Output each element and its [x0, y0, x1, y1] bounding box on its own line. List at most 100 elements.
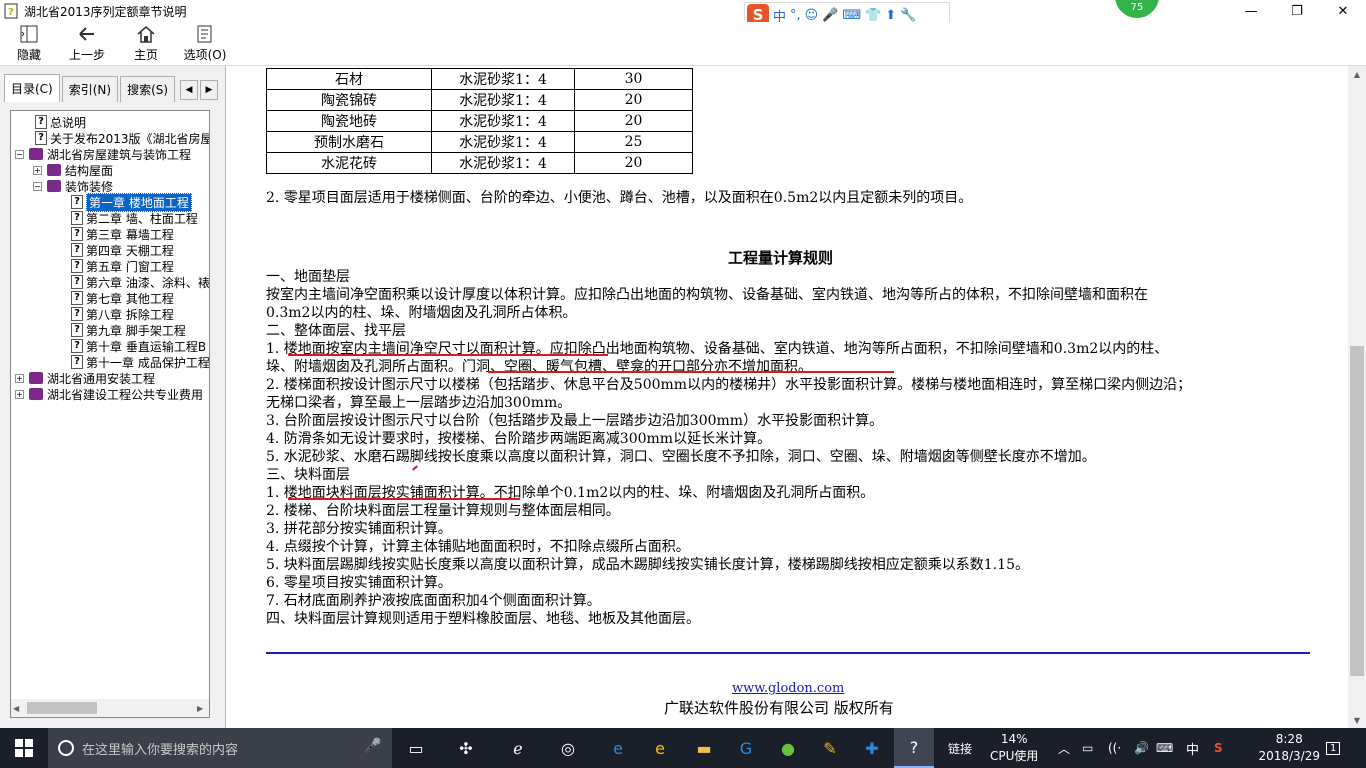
tab-index[interactable]: 索引(N) [61, 76, 119, 102]
tree-horizontal-scrollbar[interactable]: ◀ ▶ [11, 699, 209, 717]
swirl-app-icon[interactable]: ◎ [548, 728, 588, 768]
tree-item[interactable]: ? 第九章 脚手架工程 [71, 322, 186, 338]
collapse-icon[interactable]: − [33, 181, 42, 191]
copyright-text: 广联达软件股份有限公司 版权所有 [664, 699, 894, 717]
ime-punct-toggle[interactable]: °, [790, 8, 801, 23]
help-topic-icon: ? [71, 307, 83, 321]
task-view-icon[interactable]: ▭ [396, 728, 436, 768]
tree-item[interactable]: ? 总说明 [35, 114, 86, 130]
table-cell: 水泥砂浆1：4 [431, 152, 575, 174]
wrench-icon[interactable]: 🔧 [900, 8, 916, 23]
tree-item[interactable]: ? 关于发布2013版《湖北省房屋 [35, 130, 209, 146]
tree-item[interactable]: ? 第五章 门窗工程 [71, 258, 174, 274]
ime-indicator[interactable]: 中 [1186, 728, 1199, 768]
touch-keyboard-icon[interactable]: ⌨ [1156, 728, 1173, 768]
maximize-button[interactable]: ❐ [1274, 0, 1320, 22]
battery-icon[interactable]: ▭ [1082, 728, 1093, 768]
minimize-button[interactable]: — [1228, 0, 1274, 22]
title-bar: ? 湖北省2013序列定额章节说明 — ❐ ✕ [0, 0, 1366, 22]
tree-item[interactable]: ? 第八章 拆除工程 [71, 306, 174, 322]
taskbar-search-box[interactable]: 在这里输入你要搜索的内容 🎤 [48, 728, 392, 768]
tree-item-label: 第七章 其他工程 [86, 291, 174, 306]
footer-divider [266, 652, 1310, 654]
red-annotation-line [288, 498, 520, 500]
cpu-usage-widget[interactable]: 14% CPU使用 [990, 731, 1038, 765]
help-topic-icon: ? [71, 243, 83, 257]
scroll-thumb[interactable] [27, 702, 97, 714]
scroll-down-icon[interactable]: ▼ [1348, 712, 1366, 728]
links-toolbar[interactable]: 链接 [948, 728, 972, 768]
book-icon [47, 164, 61, 176]
file-explorer-icon[interactable]: ▬ [684, 728, 724, 768]
content-vertical-scrollbar[interactable]: ▲ ▼ [1348, 66, 1366, 728]
tree-item[interactable]: + 结构屋面 [33, 162, 113, 178]
tree-item[interactable]: ? 第十章 垂直运输工程B [71, 338, 206, 354]
clock[interactable]: 8:28 2018/3/29 [1258, 731, 1320, 765]
help-window-taskbar-icon[interactable]: ? [894, 728, 934, 768]
content-line: 2. 楼梯、台阶块料面层工程量计算规则与整体面层相同。 [266, 503, 620, 519]
tree-item[interactable]: − 湖北省房屋建筑与装饰工程 [15, 146, 191, 162]
edge-browser-icon[interactable]: e [598, 728, 638, 768]
options-button[interactable]: 选项(O) [176, 24, 234, 64]
tree-item[interactable]: + 湖北省通用安装工程 [15, 370, 155, 386]
volume-icon[interactable]: 🔊 [1134, 728, 1149, 768]
ie-yellow-icon[interactable]: e [640, 728, 680, 768]
options-label: 选项(O) [183, 48, 227, 62]
sogou-tray-icon[interactable]: S [1214, 728, 1223, 768]
hide-button[interactable]: 隐藏 [0, 24, 58, 64]
table-cell: 预制水磨石 [266, 131, 432, 153]
tree-item-label: 总说明 [50, 115, 87, 130]
expand-icon[interactable]: + [15, 373, 24, 383]
tree-item[interactable]: ? 第三章 幕墙工程 [71, 226, 174, 242]
tree-item[interactable]: ? 第十一章 成品保护工程 [71, 354, 209, 370]
red-annotation-mark [412, 465, 418, 471]
emoji-icon[interactable]: ☺ [805, 8, 819, 23]
tab-search[interactable]: 搜索(S) [120, 76, 176, 102]
window-title: 湖北省2013序列定额章节说明 [24, 5, 187, 19]
help-topic-icon: ? [71, 227, 83, 241]
scroll-thumb[interactable] [1350, 346, 1364, 676]
expand-icon[interactable]: + [15, 389, 24, 399]
tree-item[interactable]: ? 第六章 油漆、涂料、裱 [71, 274, 209, 290]
upload-icon[interactable]: ⬆ [885, 8, 896, 23]
home-button[interactable]: 主页 [117, 24, 175, 64]
collapse-icon[interactable]: − [15, 149, 24, 159]
red-annotation-line [488, 371, 894, 373]
mic-icon[interactable]: 🎤 [822, 8, 838, 23]
green-app-icon[interactable]: ● [768, 728, 808, 768]
expand-icon[interactable]: + [33, 165, 42, 175]
windows-start-icon[interactable] [0, 728, 48, 768]
tree-item[interactable]: ? 第四章 天棚工程 [71, 242, 174, 258]
content-line: 7. 石材底面刷养护液按底面面积加4个侧面面积计算。 [266, 593, 601, 609]
fan-app-icon[interactable]: ✣ [446, 728, 486, 768]
tree-item[interactable]: ? 第二章 墙、柱面工程 [71, 210, 198, 226]
close-button[interactable]: ✕ [1320, 0, 1366, 22]
notes-app-icon[interactable]: ✎ [810, 728, 850, 768]
blue-plus-app-icon[interactable]: ✚ [852, 728, 892, 768]
links-label: 链接 [948, 741, 973, 756]
cpu-percent: 14% [1000, 732, 1028, 746]
website-link[interactable]: www.glodon.com [732, 681, 844, 696]
mic-icon[interactable]: 🎤 [364, 738, 381, 754]
scroll-left-icon[interactable]: ◀ [13, 704, 19, 713]
wifi-icon[interactable]: ((· [1108, 728, 1121, 768]
back-button[interactable]: 上一步 [58, 24, 116, 64]
book-icon [29, 372, 43, 384]
red-annotation-line [288, 354, 608, 356]
keyboard-icon[interactable]: ⌨ [842, 8, 861, 23]
glodon-g-icon[interactable]: G [726, 728, 766, 768]
action-center-icon[interactable]: 1 [1326, 728, 1341, 768]
show-hidden-icons-icon[interactable]: ︿ [1058, 728, 1070, 768]
skin-icon[interactable]: 👕 [865, 8, 881, 23]
tree-item-selected[interactable]: ? 第一章 楼地面工程 [71, 192, 192, 212]
tab-contents[interactable]: 目录(C) [4, 74, 60, 102]
scroll-right-icon[interactable]: ▶ [197, 704, 203, 713]
tab-scroll-right-icon[interactable]: ▶ [200, 80, 218, 100]
tree-item[interactable]: ? 第七章 其他工程 [71, 290, 174, 306]
scroll-up-icon[interactable]: ▲ [1348, 66, 1366, 82]
content-line: 4. 防滑条如无设计要求时，按楼梯、台阶踏步两端距离减300mm以延长米计算。 [266, 431, 772, 447]
tree-item[interactable]: + 湖北省建设工程公共专业费用 [15, 386, 203, 402]
home-label: 主页 [133, 48, 158, 62]
ie-browser-icon[interactable]: ℯ [498, 728, 538, 768]
tab-scroll-left-icon[interactable]: ◀ [180, 80, 198, 100]
